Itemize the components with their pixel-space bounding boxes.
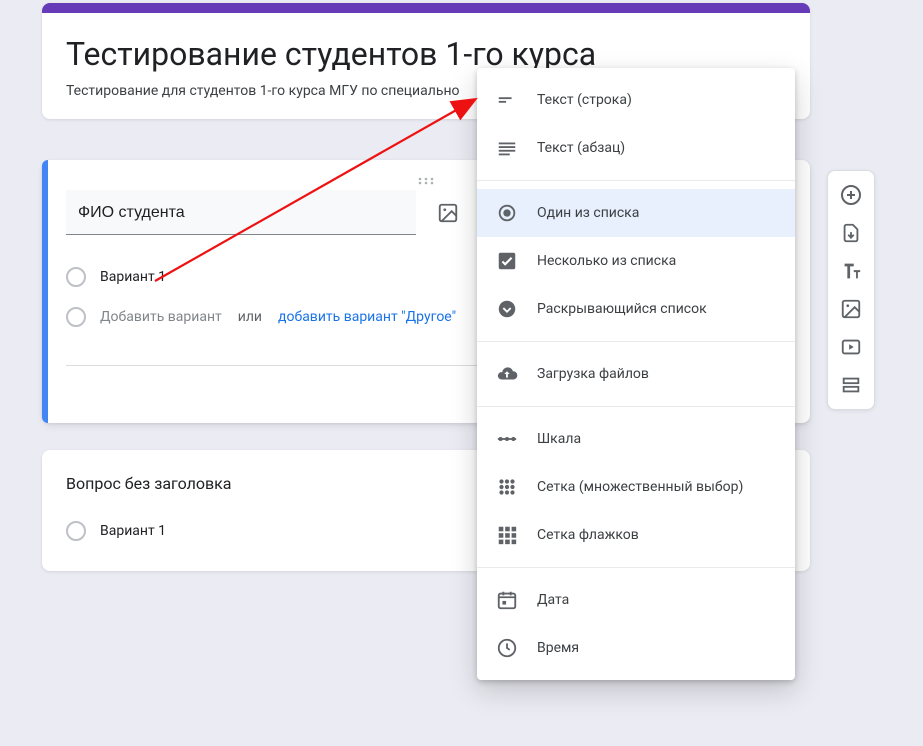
add-other-link[interactable]: добавить вариант "Другое" [278, 309, 456, 325]
add-title-button[interactable] [833, 253, 869, 289]
menu-label: Текст (абзац) [537, 140, 625, 156]
paragraph-icon [495, 136, 519, 160]
grid-check-icon [495, 523, 519, 547]
menu-item-grid-radio[interactable]: Сетка (множественный выбор) [477, 463, 795, 511]
clock-icon [495, 636, 519, 660]
add-video-button[interactable] [833, 329, 869, 365]
import-questions-button[interactable] [833, 215, 869, 251]
add-image-button[interactable] [833, 291, 869, 327]
radio-icon [66, 267, 86, 287]
menu-label: Время [537, 640, 579, 656]
menu-label: Один из списка [537, 205, 639, 221]
menu-label: Раскрывающийся список [537, 301, 707, 317]
short-answer-icon [495, 88, 519, 112]
side-toolbar [827, 170, 875, 410]
question-type-menu: Текст (строка) Текст (абзац) Один из спи… [477, 68, 795, 680]
add-question-button[interactable] [833, 177, 869, 213]
add-section-button[interactable] [833, 367, 869, 403]
radio-icon [66, 307, 86, 327]
menu-separator [477, 567, 795, 568]
menu-item-date[interactable]: Дата [477, 576, 795, 624]
dropdown-icon [495, 297, 519, 321]
menu-item-short-answer[interactable]: Текст (строка) [477, 76, 795, 124]
grid-radio-icon [495, 475, 519, 499]
menu-label: Сетка флажков [537, 527, 639, 543]
cloud-upload-icon [495, 362, 519, 386]
add-image-button[interactable] [436, 201, 460, 225]
or-label: или [238, 309, 262, 325]
menu-label: Дата [537, 592, 569, 608]
menu-label: Несколько из списка [537, 253, 676, 269]
checkbox-icon [495, 249, 519, 273]
menu-item-dropdown[interactable]: Раскрывающийся список [477, 285, 795, 333]
menu-label: Текст (строка) [537, 92, 632, 108]
question-title-input[interactable] [66, 190, 416, 235]
menu-item-linear-scale[interactable]: Шкала [477, 415, 795, 463]
add-option-label[interactable]: Добавить вариант [100, 309, 222, 325]
menu-label: Шкала [537, 431, 581, 447]
calendar-icon [495, 588, 519, 612]
menu-item-file-upload[interactable]: Загрузка файлов [477, 350, 795, 398]
option-text: Вариант 1 [100, 523, 166, 539]
menu-item-time[interactable]: Время [477, 624, 795, 672]
menu-separator [477, 406, 795, 407]
linear-scale-icon [495, 427, 519, 451]
menu-separator [477, 341, 795, 342]
option-text[interactable]: Вариант 1 [100, 269, 166, 285]
menu-item-paragraph[interactable]: Текст (абзац) [477, 124, 795, 172]
menu-item-grid-check[interactable]: Сетка флажков [477, 511, 795, 559]
menu-item-multiple-choice[interactable]: Один из списка [477, 189, 795, 237]
radio-icon [66, 521, 86, 541]
menu-label: Сетка (множественный выбор) [537, 479, 743, 495]
menu-item-checkboxes[interactable]: Несколько из списка [477, 237, 795, 285]
radio-icon [495, 201, 519, 225]
menu-separator [477, 180, 795, 181]
menu-label: Загрузка файлов [537, 366, 649, 382]
